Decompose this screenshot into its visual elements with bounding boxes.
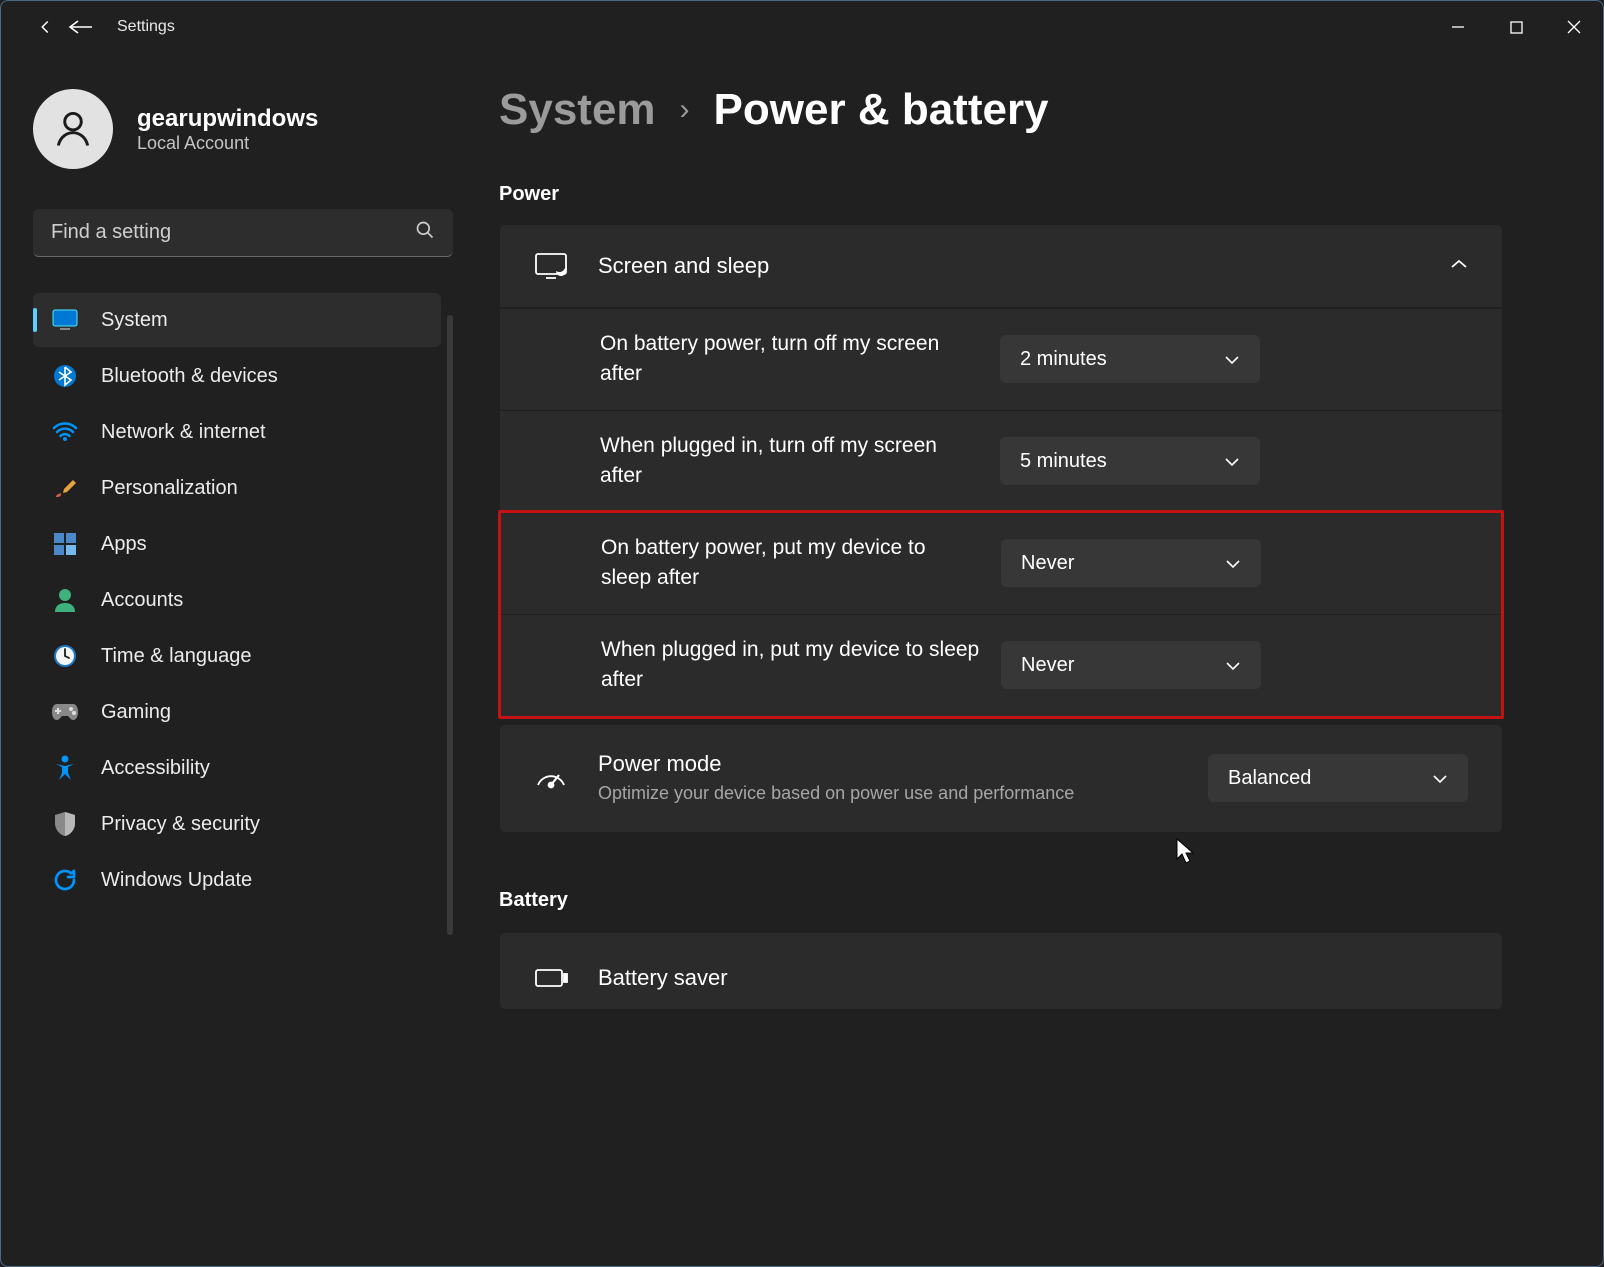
sidebar-item-label: Accounts	[101, 589, 183, 612]
setting-row-plugged-sleep: When plugged in, put my device to sleep …	[501, 614, 1501, 716]
dropdown-battery-screen[interactable]: 2 minutes	[1000, 335, 1260, 383]
maximize-button[interactable]	[1487, 7, 1545, 47]
close-button[interactable]	[1545, 7, 1603, 47]
cursor-icon	[1176, 838, 1196, 871]
search-icon	[415, 220, 435, 245]
user-block[interactable]: gearupwindows Local Account	[33, 89, 453, 169]
setting-row-battery-screen: On battery power, turn off my screen aft…	[500, 308, 1502, 410]
sidebar-item-accessibility[interactable]: Accessibility	[33, 741, 441, 795]
battery-saver-card[interactable]: Battery saver	[499, 932, 1503, 1010]
titlebar: Settings	[1, 1, 1603, 53]
breadcrumb-parent[interactable]: System	[499, 85, 656, 135]
power-mode-title: Power mode	[598, 751, 1178, 777]
sidebar-item-windows-update[interactable]: Windows Update	[33, 853, 441, 907]
sidebar-item-system[interactable]: System	[33, 293, 441, 347]
screen-sleep-header[interactable]: Screen and sleep	[500, 225, 1502, 308]
minimize-button[interactable]	[1429, 7, 1487, 47]
dropdown-value: 2 minutes	[1020, 348, 1107, 371]
sidebar-item-privacy[interactable]: Privacy & security	[33, 797, 441, 851]
clock-icon	[51, 642, 79, 670]
setting-label: On battery power, turn off my screen aft…	[600, 329, 980, 390]
breadcrumb: System › Power & battery	[499, 85, 1503, 135]
chevron-down-icon	[1225, 552, 1241, 575]
back-button[interactable]	[25, 7, 65, 47]
app-title: Settings	[117, 18, 175, 36]
sidebar-item-label: Personalization	[101, 477, 238, 500]
sidebar-item-label: Privacy & security	[101, 813, 260, 836]
dropdown-battery-sleep[interactable]: Never	[1001, 539, 1261, 587]
sidebar-item-bluetooth[interactable]: Bluetooth & devices	[33, 349, 441, 403]
sidebar-item-label: Gaming	[101, 701, 171, 724]
sidebar-item-time-language[interactable]: Time & language	[33, 629, 441, 683]
nav: System Bluetooth & devices Network & int…	[33, 293, 441, 935]
battery-saver-title: Battery saver	[598, 965, 728, 991]
bluetooth-icon	[51, 362, 79, 390]
gamepad-icon	[51, 698, 79, 726]
chevron-up-icon	[1450, 257, 1468, 275]
accessibility-icon	[51, 754, 79, 782]
sidebar-item-label: Time & language	[101, 645, 251, 668]
power-mode-card[interactable]: Power mode Optimize your device based on…	[499, 724, 1503, 833]
sidebar-item-label: Network & internet	[101, 421, 266, 444]
main-content: System › Power & battery Power Screen an…	[463, 53, 1603, 1266]
sidebar-item-accounts[interactable]: Accounts	[33, 573, 441, 627]
dropdown-power-mode[interactable]: Balanced	[1208, 754, 1468, 802]
apps-icon	[51, 530, 79, 558]
user-name: gearupwindows	[137, 105, 318, 133]
dropdown-value: Never	[1021, 552, 1074, 575]
monitor-icon	[51, 306, 79, 334]
chevron-down-icon	[1225, 654, 1241, 677]
screen-sleep-card: Screen and sleep On battery power, turn …	[499, 224, 1503, 718]
chevron-down-icon	[1432, 767, 1448, 790]
chevron-down-icon	[1224, 450, 1240, 473]
section-title-battery: Battery	[499, 889, 1503, 912]
sidebar-item-label: Accessibility	[101, 757, 210, 780]
sidebar-scrollbar[interactable]	[447, 315, 453, 935]
user-subtitle: Local Account	[137, 133, 318, 154]
sidebar-item-label: Apps	[101, 533, 147, 556]
dropdown-plugged-screen[interactable]: 5 minutes	[1000, 437, 1260, 485]
dropdown-plugged-sleep[interactable]: Never	[1001, 641, 1261, 689]
dropdown-value: Never	[1021, 654, 1074, 677]
window-controls	[1429, 7, 1603, 47]
sidebar-item-label: Bluetooth & devices	[101, 365, 278, 388]
sidebar-item-network[interactable]: Network & internet	[33, 405, 441, 459]
dropdown-value: Balanced	[1228, 767, 1311, 790]
setting-label: On battery power, put my device to sleep…	[601, 533, 981, 594]
search-input[interactable]	[51, 221, 415, 244]
setting-label: When plugged in, put my device to sleep …	[601, 635, 981, 696]
sidebar-item-personalization[interactable]: Personalization	[33, 461, 441, 515]
setting-row-battery-sleep: On battery power, put my device to sleep…	[501, 513, 1501, 614]
update-icon	[51, 866, 79, 894]
back-arrow-icon	[61, 7, 101, 47]
dropdown-value: 5 minutes	[1020, 450, 1107, 473]
power-mode-icon	[534, 763, 568, 793]
screen-sleep-icon	[534, 251, 568, 281]
wifi-icon	[51, 418, 79, 446]
chevron-right-icon: ›	[680, 93, 690, 127]
sidebar-item-label: Windows Update	[101, 869, 252, 892]
avatar	[33, 89, 113, 169]
highlight-annotation: On battery power, put my device to sleep…	[498, 510, 1504, 719]
sidebar-item-label: System	[101, 309, 168, 332]
sidebar-item-apps[interactable]: Apps	[33, 517, 441, 571]
search-box[interactable]	[33, 209, 453, 257]
setting-row-plugged-screen: When plugged in, turn off my screen afte…	[500, 410, 1502, 512]
brush-icon	[51, 474, 79, 502]
sidebar-item-gaming[interactable]: Gaming	[33, 685, 441, 739]
section-title-power: Power	[499, 183, 1503, 206]
screen-sleep-title: Screen and sleep	[598, 253, 1420, 279]
chevron-down-icon	[1224, 348, 1240, 371]
battery-saver-icon	[534, 963, 568, 993]
breadcrumb-current: Power & battery	[714, 85, 1049, 135]
power-mode-subtitle: Optimize your device based on power use …	[598, 781, 1178, 806]
person-icon	[51, 586, 79, 614]
sidebar: gearupwindows Local Account System	[1, 53, 463, 1266]
setting-label: When plugged in, turn off my screen afte…	[600, 431, 980, 492]
shield-icon	[51, 810, 79, 838]
